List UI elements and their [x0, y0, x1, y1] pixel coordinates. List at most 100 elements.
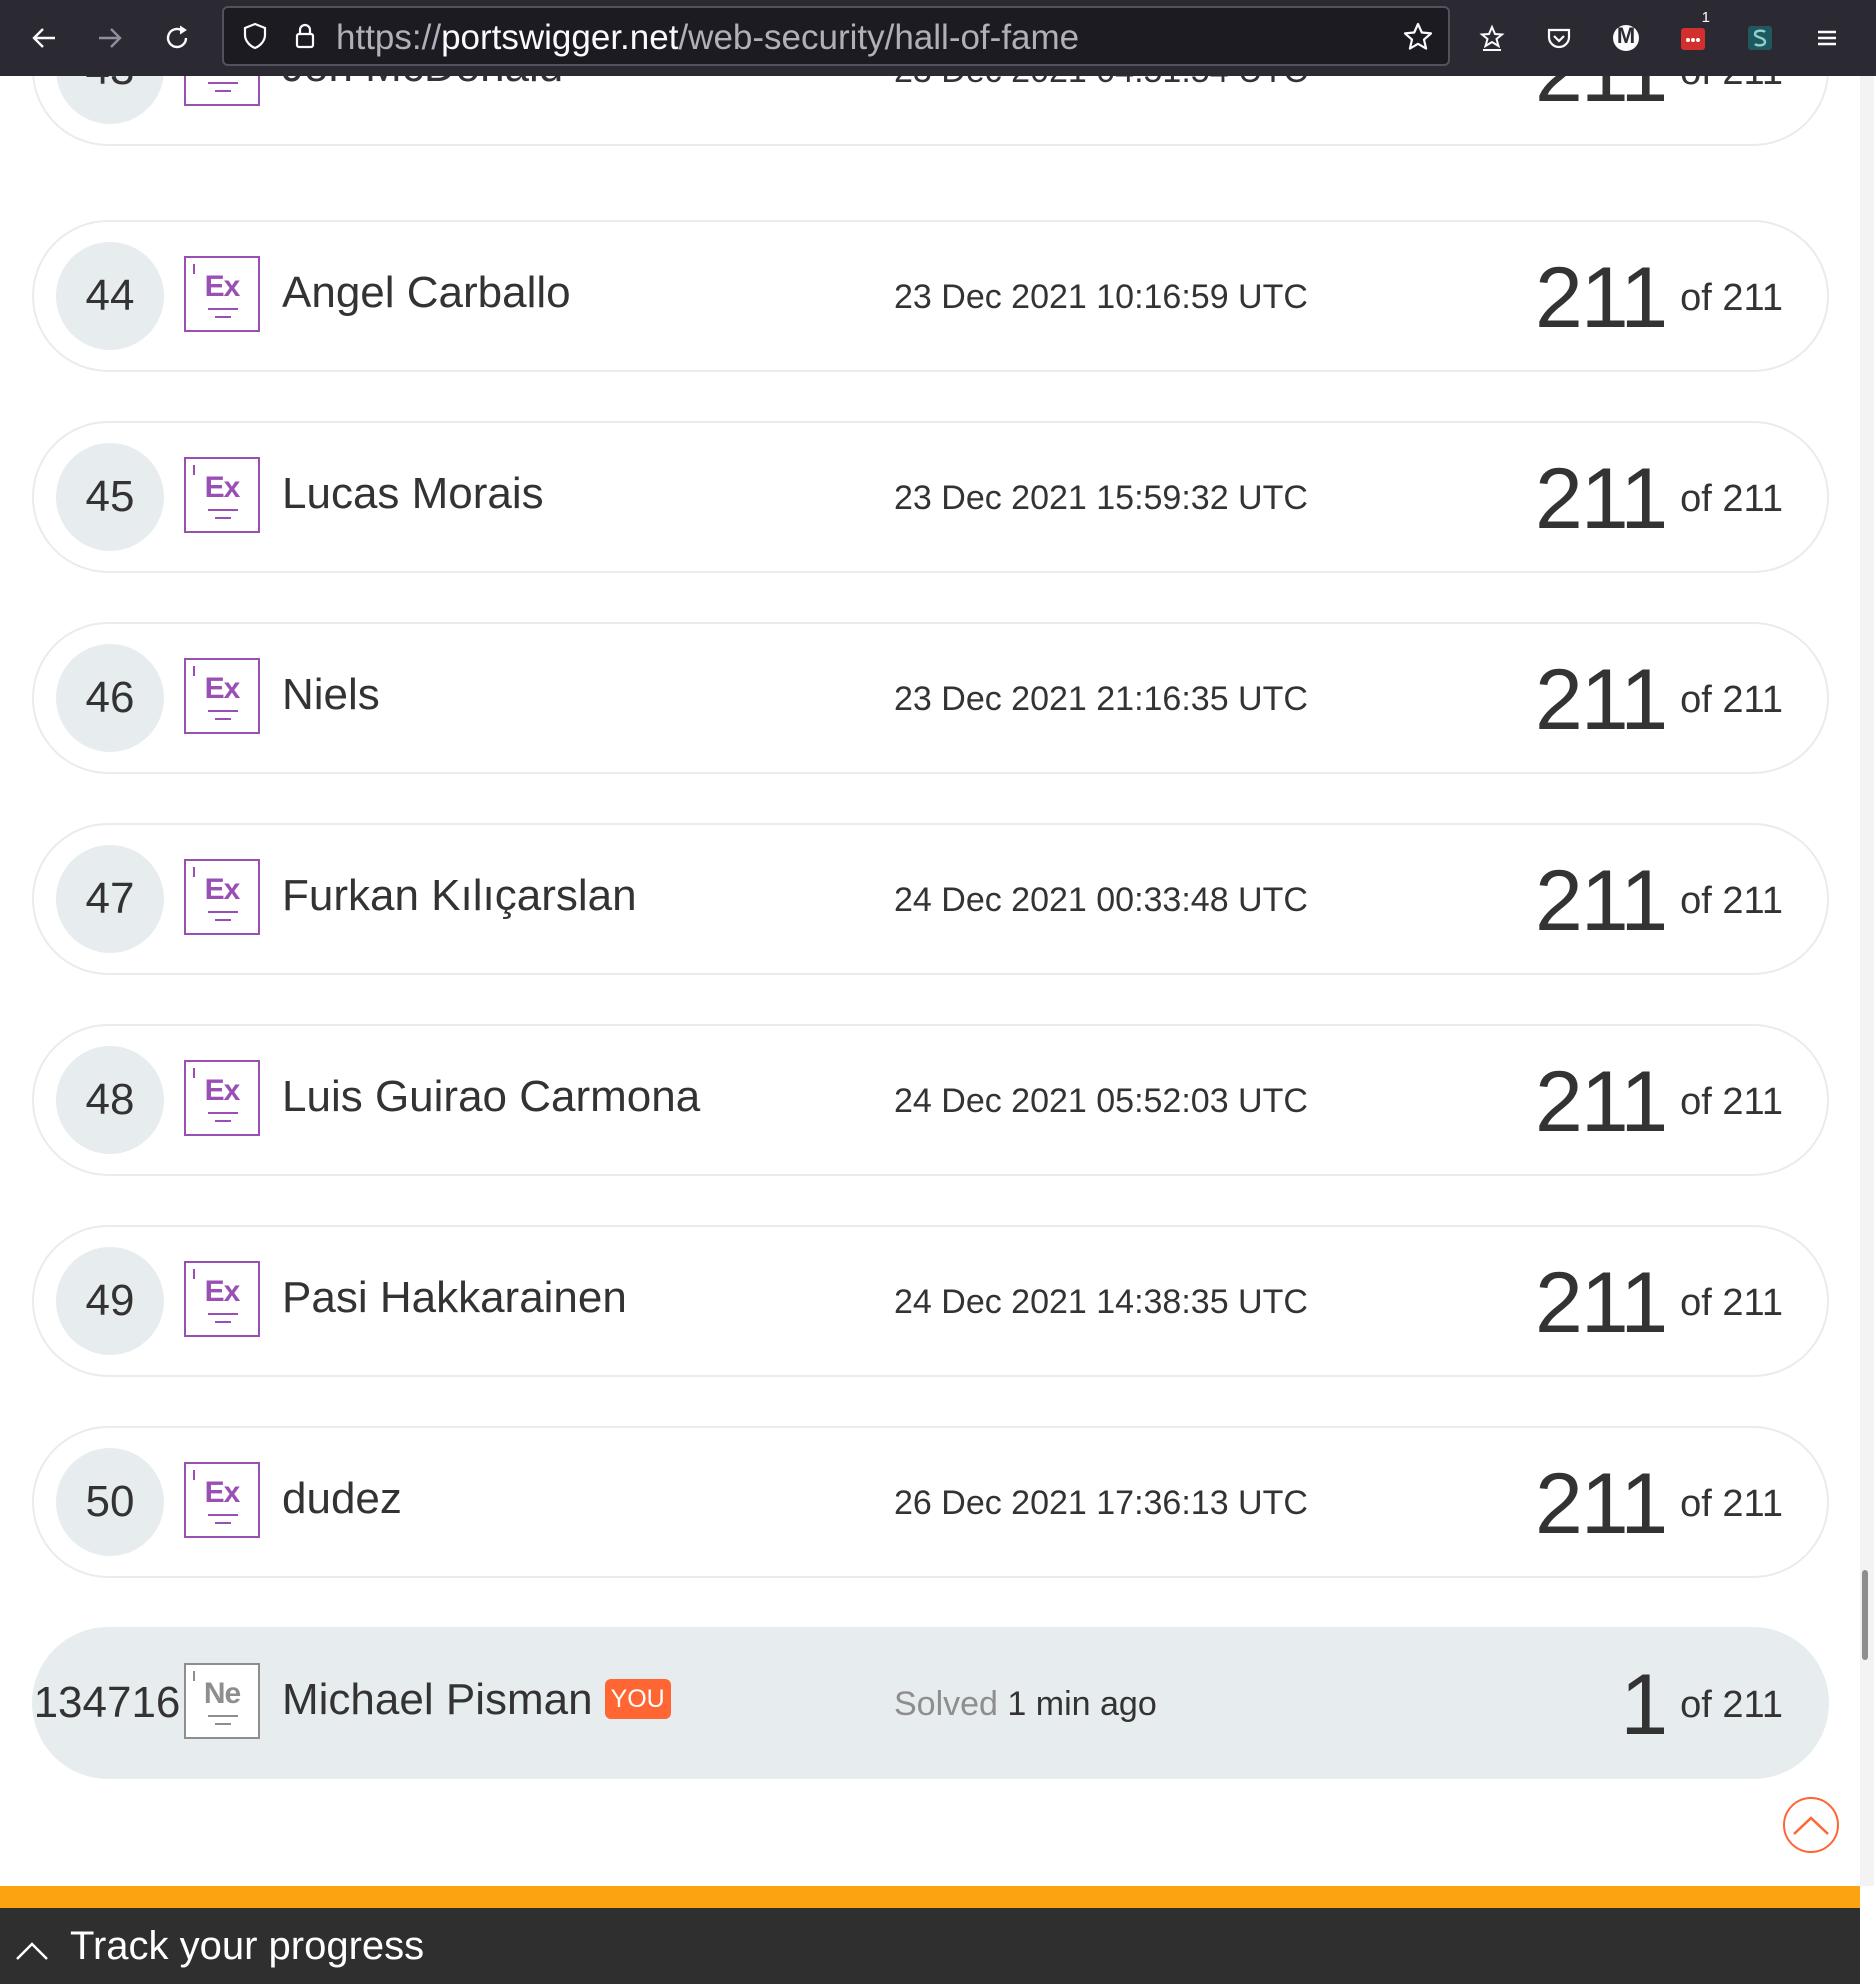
level-abbr: Ex: [204, 1074, 241, 1107]
score-value: 1: [1620, 1657, 1668, 1753]
back-button[interactable]: [20, 14, 68, 62]
hall-of-fame-board: 43 Ex Jon McDonald 23 Dec 2021 04:51:54 …: [0, 0, 1876, 1984]
rank-badge: 47: [56, 845, 164, 953]
browser-toolbar: https://portswigger.net/web-security/hal…: [0, 0, 1876, 76]
user-name: Pasi Hakkarainen: [282, 1273, 627, 1322]
rank-badge: 49: [56, 1247, 164, 1355]
chevron-up-icon: [1793, 1816, 1829, 1835]
rank-badge: 45: [56, 443, 164, 551]
rank-badge: 50: [56, 1448, 164, 1556]
score: 1 of 211: [1620, 1657, 1783, 1753]
url-path: /web-security/hall-of-fame: [678, 18, 1080, 57]
leaderboard-row: 49 Ex Pasi Hakkarainen 24 Dec 2021 14:38…: [32, 1225, 1829, 1377]
score-value: 211: [1535, 250, 1668, 346]
menu-button[interactable]: [1803, 14, 1851, 62]
score: 211 of 211: [1535, 451, 1783, 547]
expert-level-icon: Ex: [184, 256, 260, 332]
level-abbr: Ex: [204, 873, 241, 906]
url-host: portswigger.net: [441, 18, 679, 57]
score-total: of 211: [1680, 1281, 1783, 1324]
user-name: Furkan Kılıçarslan: [282, 871, 637, 920]
user-name: dudez: [282, 1474, 402, 1523]
score: 211 of 211: [1535, 1255, 1783, 1351]
user-name: Michael Pisman YOU: [282, 1675, 671, 1725]
score-total: of 211: [1680, 1482, 1783, 1525]
track-progress-bar[interactable]: Track your progress: [0, 1886, 1860, 1984]
back-arrow-icon: [32, 28, 55, 48]
extension-button[interactable]: 1: [1669, 10, 1717, 62]
level-abbr: Ex: [204, 270, 241, 303]
leaderboard-row: 50 Ex dudez 26 Dec 2021 17:36:13 UTC 211…: [32, 1426, 1829, 1578]
leaderboard-row: 47 Ex Furkan Kılıçarslan 24 Dec 2021 00:…: [32, 823, 1829, 975]
score-value: 211: [1535, 1255, 1668, 1351]
url-text[interactable]: https://portswigger.net/web-security/hal…: [336, 19, 1079, 57]
score-value: 211: [1535, 1456, 1668, 1552]
completion-date: 23 Dec 2021 10:16:59 UTC: [894, 278, 1308, 316]
score-total: of 211: [1680, 1683, 1783, 1726]
level-abbr: Ex: [204, 471, 241, 504]
completion-date: 24 Dec 2021 14:38:35 UTC: [894, 1283, 1308, 1321]
level-abbr: Ex: [204, 672, 241, 705]
score-total: of 211: [1680, 477, 1783, 520]
leaderboard-row: 45 Ex Lucas Morais 23 Dec 2021 15:59:32 …: [32, 421, 1829, 573]
shield-icon[interactable]: [240, 21, 270, 51]
current-user-row: 134716 Ne Michael Pisman YOU Solved 1 min…: [32, 1627, 1829, 1779]
rank-badge: 46: [56, 644, 164, 752]
bookmark-star-icon[interactable]: [1402, 21, 1434, 53]
score-value: 211: [1535, 652, 1668, 748]
level-abbr: Ex: [204, 1476, 241, 1509]
user-name: Lucas Morais: [282, 469, 544, 518]
score-total: of 211: [1680, 276, 1783, 319]
expert-level-icon: Ex: [184, 859, 260, 935]
expert-level-icon: Ex: [184, 457, 260, 533]
user-name-text: Michael Pisman: [282, 1675, 593, 1724]
reading-list-button[interactable]: [1468, 14, 1516, 62]
page-scrollbar-thumb[interactable]: [1862, 1570, 1868, 1660]
rank-badge: 48: [56, 1046, 164, 1154]
account-button[interactable]: M: [1602, 14, 1650, 62]
level-abbr: Ex: [204, 1275, 241, 1308]
you-badge: YOU: [604, 1679, 671, 1720]
level-abbr: Ne: [203, 1677, 241, 1710]
user-name: Niels: [282, 670, 380, 719]
reload-button[interactable]: [153, 14, 201, 62]
score: 211 of 211: [1535, 853, 1783, 949]
extension-icon: [1681, 28, 1705, 50]
forward-arrow-icon: [99, 28, 122, 48]
score: 211 of 211: [1535, 250, 1783, 346]
novice-level-icon: Ne: [184, 1663, 260, 1739]
star-list-icon: [1479, 24, 1505, 51]
forward-button[interactable]: [86, 14, 134, 62]
completion-date: 24 Dec 2021 05:52:03 UTC: [894, 1082, 1308, 1120]
rank-badge: 44: [56, 242, 164, 350]
extension-s-button[interactable]: [1736, 14, 1784, 62]
hamburger-menu-icon: [1818, 30, 1836, 46]
completion-date: 23 Dec 2021 15:59:32 UTC: [894, 479, 1308, 517]
score: 211 of 211: [1535, 1054, 1783, 1150]
score-value: 211: [1535, 853, 1668, 949]
score-total: of 211: [1680, 678, 1783, 721]
user-name: Angel Carballo: [282, 268, 571, 317]
expert-level-icon: Ex: [184, 1261, 260, 1337]
completion-date: 26 Dec 2021 17:36:13 UTC: [894, 1484, 1308, 1522]
reload-icon: [166, 25, 188, 49]
track-progress-label: Track your progress: [70, 1924, 425, 1968]
address-bar[interactable]: https://portswigger.net/web-security/hal…: [222, 6, 1450, 66]
score-value: 211: [1535, 451, 1668, 547]
user-name: Luis Guirao Carmona: [282, 1072, 701, 1121]
leaderboard-row: 46 Ex Niels 23 Dec 2021 21:16:35 UTC 211…: [32, 622, 1829, 774]
expert-level-icon: Ex: [184, 1462, 260, 1538]
lock-icon[interactable]: [290, 21, 320, 51]
scroll-to-top-button[interactable]: [1783, 1797, 1839, 1853]
completion-date: 24 Dec 2021 00:33:48 UTC: [894, 881, 1308, 919]
solved-status: Solved 1 min ago: [894, 1685, 1157, 1724]
rank-badge: 134716: [33, 1678, 181, 1727]
score: 211 of 211: [1535, 652, 1783, 748]
extension-badge-count: 1: [1698, 10, 1713, 26]
completion-date: 23 Dec 2021 21:16:35 UTC: [894, 680, 1308, 718]
expert-level-icon: Ex: [184, 658, 260, 734]
solved-label: Solved: [894, 1685, 998, 1723]
pocket-button[interactable]: [1535, 14, 1583, 62]
profile-letter: M: [1616, 23, 1636, 48]
url-prefix: https://: [336, 18, 442, 57]
